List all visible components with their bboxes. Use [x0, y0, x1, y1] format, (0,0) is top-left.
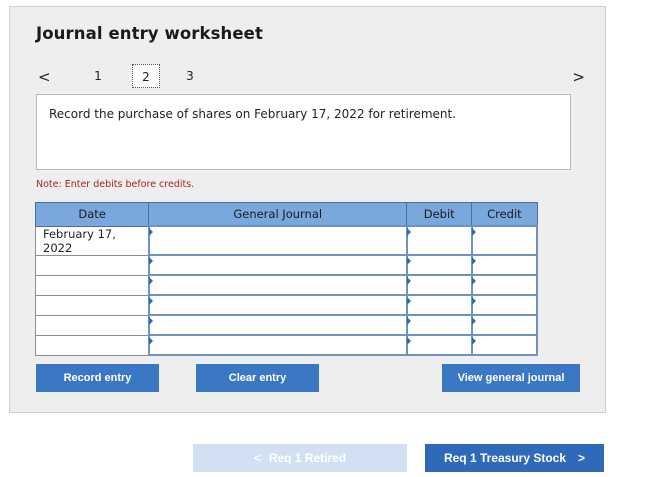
next-requirement-label: Req 1 Treasury Stock — [443, 451, 567, 465]
next-page-arrow-icon[interactable]: > — [572, 68, 585, 86]
account-input[interactable] — [147, 334, 408, 356]
debit-input[interactable] — [405, 225, 473, 256]
debit-input[interactable] — [405, 314, 473, 336]
column-header-general-journal: General Journal — [148, 202, 408, 227]
credit-field[interactable] — [472, 296, 536, 314]
table-row — [34, 294, 539, 316]
clear-entry-button[interactable]: Clear entry — [196, 364, 319, 392]
column-header-debit: Debit — [406, 202, 473, 227]
table-row — [34, 334, 539, 356]
credit-input[interactable] — [470, 254, 539, 276]
column-header-credit: Credit — [471, 202, 538, 227]
page-1-link[interactable]: 1 — [84, 64, 112, 88]
account-field[interactable] — [149, 296, 406, 314]
account-input[interactable] — [147, 294, 408, 316]
debit-input[interactable] — [405, 274, 473, 296]
instruction-text: Record the purchase of shares on Februar… — [49, 107, 457, 121]
account-field[interactable] — [149, 227, 406, 254]
account-input[interactable] — [147, 274, 408, 296]
view-general-journal-button[interactable]: View general journal — [442, 364, 580, 392]
table-row — [34, 254, 539, 276]
instruction-box: Record the purchase of shares on Februar… — [36, 94, 571, 170]
table-row — [34, 274, 539, 296]
account-input[interactable] — [147, 254, 408, 276]
date-cell — [34, 314, 150, 336]
date-cell: February 17, 2022 — [34, 225, 150, 256]
credit-input[interactable] — [470, 274, 539, 296]
worksheet-pager: < 1 2 3 > — [36, 62, 585, 92]
debit-credit-note: Note: Enter debits before credits. — [36, 179, 195, 190]
prev-page-arrow-icon[interactable]: < — [38, 68, 51, 86]
account-input[interactable] — [147, 314, 408, 336]
record-entry-button[interactable]: Record entry — [36, 364, 159, 392]
debit-field[interactable] — [407, 316, 471, 334]
account-field[interactable] — [149, 276, 406, 294]
debit-field[interactable] — [407, 256, 471, 274]
page-2-link[interactable]: 2 — [132, 64, 160, 88]
date-cell — [34, 294, 150, 316]
table-row: February 17, 2022 — [34, 225, 539, 256]
chevron-left-icon: < — [253, 451, 261, 465]
credit-field[interactable] — [472, 256, 536, 274]
debit-field[interactable] — [407, 276, 471, 294]
prev-requirement-button[interactable]: < Req 1 Retired — [193, 444, 407, 472]
debit-field[interactable] — [407, 227, 471, 254]
debit-input[interactable] — [405, 254, 473, 276]
credit-field[interactable] — [472, 316, 536, 334]
page-3-link[interactable]: 3 — [176, 64, 204, 88]
credit-input[interactable] — [470, 314, 539, 336]
credit-input[interactable] — [470, 225, 539, 256]
journal-entry-table: Date General Journal Debit Credit Februa… — [34, 202, 539, 356]
date-cell — [34, 334, 150, 356]
credit-input[interactable] — [470, 334, 539, 356]
debit-field[interactable] — [407, 296, 471, 314]
account-field[interactable] — [149, 256, 406, 274]
account-field[interactable] — [149, 316, 406, 334]
credit-input[interactable] — [470, 294, 539, 316]
credit-field[interactable] — [472, 276, 536, 294]
worksheet-title: Journal entry worksheet — [36, 24, 263, 43]
date-cell — [34, 274, 150, 296]
table-header-row: Date General Journal Debit Credit — [34, 202, 538, 227]
prev-requirement-label: Req 1 Retired — [268, 451, 347, 465]
credit-field[interactable] — [472, 227, 536, 254]
account-input[interactable] — [147, 225, 408, 256]
journal-entry-worksheet-panel: Journal entry worksheet < 1 2 3 > Record… — [9, 6, 606, 413]
chevron-right-icon: > — [578, 451, 586, 465]
credit-field[interactable] — [472, 336, 536, 354]
debit-field[interactable] — [407, 336, 471, 354]
column-header-date: Date — [34, 202, 150, 227]
next-requirement-button[interactable]: Req 1 Treasury Stock > — [425, 444, 604, 472]
table-row — [34, 314, 539, 336]
debit-input[interactable] — [405, 294, 473, 316]
debit-input[interactable] — [405, 334, 473, 356]
account-field[interactable] — [149, 336, 406, 354]
date-cell — [34, 254, 150, 276]
